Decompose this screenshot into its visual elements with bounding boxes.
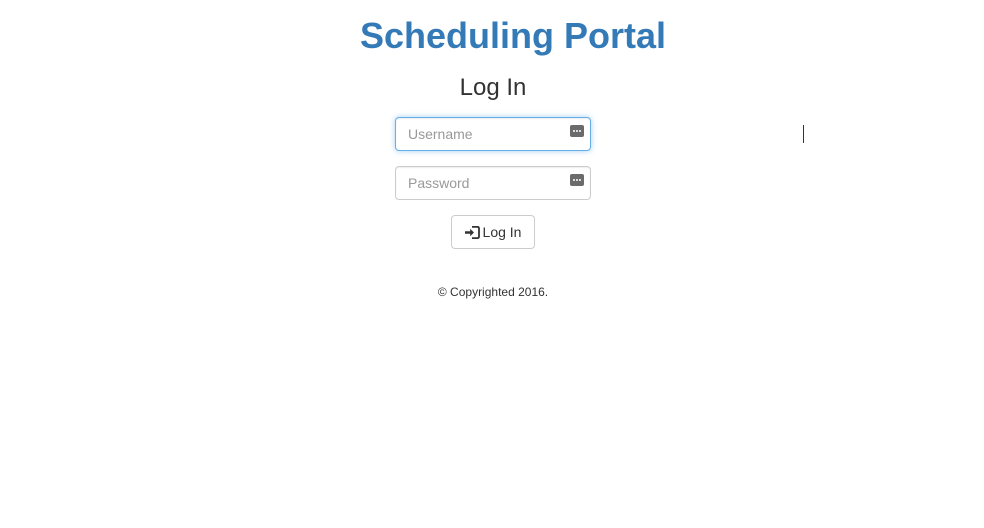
- log-in-icon: [464, 225, 480, 239]
- password-input[interactable]: [395, 166, 591, 200]
- copyright-footer: © Copyrighted 2016.: [437, 285, 549, 299]
- password-manager-key-icon[interactable]: [570, 125, 584, 137]
- log-in-button-label: Log In: [482, 224, 522, 240]
- login-heading: Log In: [459, 74, 527, 101]
- username-field-wrapper: [395, 117, 804, 151]
- log-in-button[interactable]: Log In: [451, 215, 535, 249]
- password-manager-key-icon[interactable]: [570, 174, 584, 186]
- password-field-wrapper: [395, 166, 591, 200]
- page-title: Scheduling Portal: [359, 15, 667, 56]
- username-input[interactable]: [395, 117, 591, 151]
- text-cursor: [803, 125, 804, 143]
